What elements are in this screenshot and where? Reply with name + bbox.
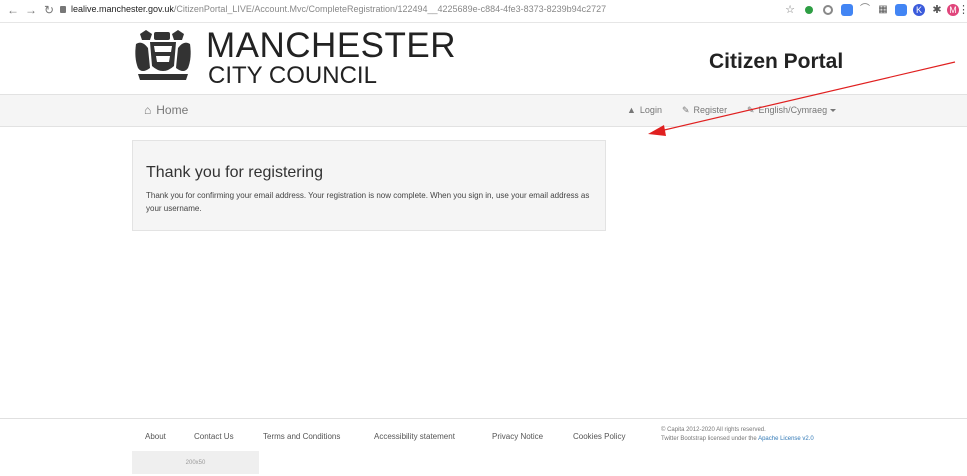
panel-message: Thank you for confirming your email addr… [146, 191, 590, 213]
lock-icon [60, 6, 66, 13]
extension-grid-icon[interactable]: ▦ [877, 4, 889, 16]
copyright-line: © Capita 2012-2020 All rights reserved. [661, 427, 766, 433]
extension-green-icon[interactable] [805, 6, 813, 14]
home-icon: ⌂ [144, 103, 152, 117]
portal-title: Citizen Portal [709, 50, 844, 73]
browser-menu-icon[interactable]: ⋮ [958, 3, 967, 16]
star-icon[interactable]: ☆ [784, 4, 796, 16]
license-prefix: Twitter Bootstrap licensed under the [661, 436, 759, 442]
extension-k-icon[interactable]: K [913, 4, 925, 16]
footer-link-accessibility[interactable]: Accessibility statement [374, 432, 455, 441]
extension-circle-icon[interactable] [823, 5, 833, 15]
footer-link-cookies[interactable]: Cookies Policy [573, 432, 625, 441]
user-icon: ▲ [627, 105, 636, 115]
back-icon[interactable]: ← [6, 3, 20, 17]
license-line: Twitter Bootstrap licensed under the Apa… [661, 435, 814, 444]
main-navbar: ⌂ Home ▲ Login ✎ Register ✎ English/Cymraeg [0, 94, 967, 127]
footer-divider [0, 418, 967, 419]
address-bar[interactable]: lealive.manchester.gov.uk/CitizenPortal_… [71, 4, 606, 14]
footer-link-about[interactable]: About [145, 432, 166, 441]
footer-link-privacy[interactable]: Privacy Notice [492, 432, 543, 441]
council-crest-logo[interactable] [132, 28, 194, 88]
nav-language-dropdown[interactable]: ✎ English/Cymraeg [747, 105, 837, 116]
apache-license-link[interactable]: Apache License v2.0 [758, 436, 814, 442]
nav-language-label: English/Cymraeg [758, 105, 828, 115]
extension-wave-icon[interactable]: ⌒ [859, 4, 871, 16]
reload-icon[interactable]: ↻ [42, 3, 56, 17]
nav-register-label: Register [693, 105, 728, 115]
extension-blue-icon[interactable] [895, 4, 907, 16]
nav-login-link[interactable]: ▲ Login [627, 105, 662, 115]
nav-login-label: Login [639, 105, 662, 115]
chevron-down-icon [830, 109, 837, 113]
register-icon: ✎ [682, 105, 690, 115]
forward-icon[interactable]: → [24, 3, 38, 17]
extensions-puzzle-icon[interactable]: ✱ [931, 4, 943, 16]
edit-icon: ✎ [747, 105, 755, 115]
panel-title: Thank you for registering [146, 164, 323, 181]
brand-subtitle[interactable]: CITY COUNCIL [208, 62, 377, 90]
footer-placeholder-image: 200x50 [132, 451, 259, 474]
nav-home-label: Home [156, 103, 189, 117]
extension-camera-icon[interactable] [841, 4, 853, 16]
url-host: lealive.manchester.gov.uk [71, 4, 174, 14]
brand-title[interactable]: MANCHESTER [206, 26, 456, 66]
browser-toolbar: ← → ↻ lealive.manchester.gov.uk/CitizenP… [0, 0, 967, 23]
nav-home-link[interactable]: ⌂ Home [144, 103, 188, 117]
nav-register-link[interactable]: ✎ Register [682, 105, 727, 116]
footer-link-contact[interactable]: Contact Us [194, 432, 234, 441]
copyright-notice: © Capita 2012-2020 All rights reserved. … [661, 426, 814, 444]
confirmation-panel: Thank you for registering Thank you for … [132, 140, 606, 231]
footer-link-terms[interactable]: Terms and Conditions [263, 432, 340, 441]
url-path: /CitizenPortal_LIVE/Account.Mvc/Complete… [173, 4, 607, 14]
